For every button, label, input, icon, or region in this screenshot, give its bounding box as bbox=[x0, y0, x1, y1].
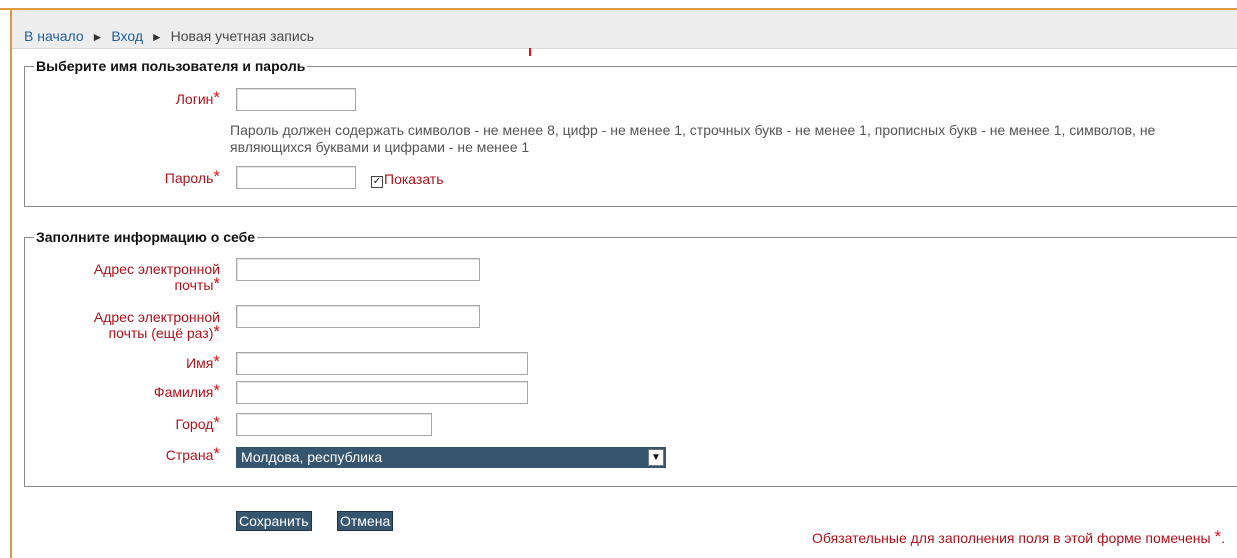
login-label-text: Логин bbox=[175, 91, 214, 107]
breadcrumb-current: Новая учетная запись bbox=[170, 28, 315, 44]
cancel-button[interactable]: Отмена bbox=[337, 511, 394, 531]
required-asterisk-icon: * bbox=[213, 352, 220, 371]
firstname-label: Имя* bbox=[40, 352, 220, 371]
login-input[interactable] bbox=[236, 88, 356, 111]
breadcrumb: В начало ► Вход ► Новая учетная запись bbox=[24, 28, 314, 44]
country-label: Страна* bbox=[40, 444, 220, 463]
email-confirm-label: Адрес электронной почты (ещё раз)* bbox=[40, 309, 220, 341]
required-asterisk-icon: * bbox=[213, 381, 220, 400]
login-label: Логин* bbox=[120, 88, 220, 107]
email-label-line2: почты bbox=[174, 277, 214, 293]
email-confirm-label-line1: Адрес электронной bbox=[93, 309, 220, 325]
dropdown-arrow-icon[interactable]: ▼ bbox=[648, 449, 664, 466]
email-label-line1: Адрес электронной bbox=[93, 261, 220, 277]
breadcrumb-login-link[interactable]: Вход bbox=[111, 28, 143, 44]
required-asterisk-icon: * bbox=[213, 274, 220, 293]
required-asterisk-icon: * bbox=[213, 444, 220, 463]
password-label: Пароль* bbox=[120, 167, 220, 186]
country-select-value: Молдова, республика bbox=[241, 449, 383, 465]
lastname-label: Фамилия* bbox=[40, 381, 220, 400]
required-asterisk-icon: * bbox=[1214, 527, 1222, 546]
city-label: Город* bbox=[40, 413, 221, 432]
firstname-input[interactable] bbox=[236, 352, 528, 375]
required-asterisk-icon: * bbox=[213, 167, 220, 186]
password-hint: Пароль должен содержать символов - не ме… bbox=[230, 122, 1156, 155]
email-label: Адрес электронной почты* bbox=[40, 261, 220, 293]
show-password-label: Показать bbox=[384, 171, 444, 187]
email-input[interactable] bbox=[236, 258, 480, 281]
password-label-text: Пароль bbox=[164, 170, 214, 186]
lastname-input[interactable] bbox=[236, 381, 528, 404]
city-input[interactable] bbox=[236, 413, 432, 436]
decorative-red-mark bbox=[529, 48, 531, 56]
required-asterisk-icon: * bbox=[213, 413, 220, 432]
firstname-label-text: Имя bbox=[186, 355, 214, 371]
country-label-text: Страна bbox=[165, 447, 214, 463]
breadcrumb-separator-icon: ► bbox=[91, 30, 104, 44]
lastname-label-text: Фамилия bbox=[153, 384, 214, 400]
email-confirm-input[interactable] bbox=[236, 305, 480, 328]
page-left-border bbox=[10, 8, 12, 558]
password-input[interactable] bbox=[236, 166, 356, 189]
required-fields-note: Обязательные для заполнения поля в этой … bbox=[812, 527, 1225, 546]
country-select[interactable]: Молдова, республика ▼ bbox=[236, 447, 666, 468]
breadcrumb-home-link[interactable]: В начало bbox=[24, 28, 84, 44]
show-password-checkbox[interactable]: ✓ bbox=[371, 176, 383, 188]
save-button[interactable]: Сохранить bbox=[236, 511, 312, 531]
account-legend: Выберите имя пользователя и пароль bbox=[36, 58, 306, 74]
city-label-text: Город bbox=[175, 416, 214, 432]
show-password-toggle[interactable]: ✓ Показать bbox=[371, 171, 444, 188]
required-asterisk-icon: * bbox=[213, 322, 220, 341]
breadcrumb-separator-icon: ► bbox=[150, 30, 163, 44]
required-fields-note-text: Обязательные для заполнения поля в этой … bbox=[812, 530, 1211, 546]
email-confirm-label-line2: почты (ещё раз) bbox=[108, 325, 214, 341]
profile-legend: Заполните информацию о себе bbox=[36, 229, 256, 245]
required-asterisk-icon: * bbox=[213, 88, 220, 107]
